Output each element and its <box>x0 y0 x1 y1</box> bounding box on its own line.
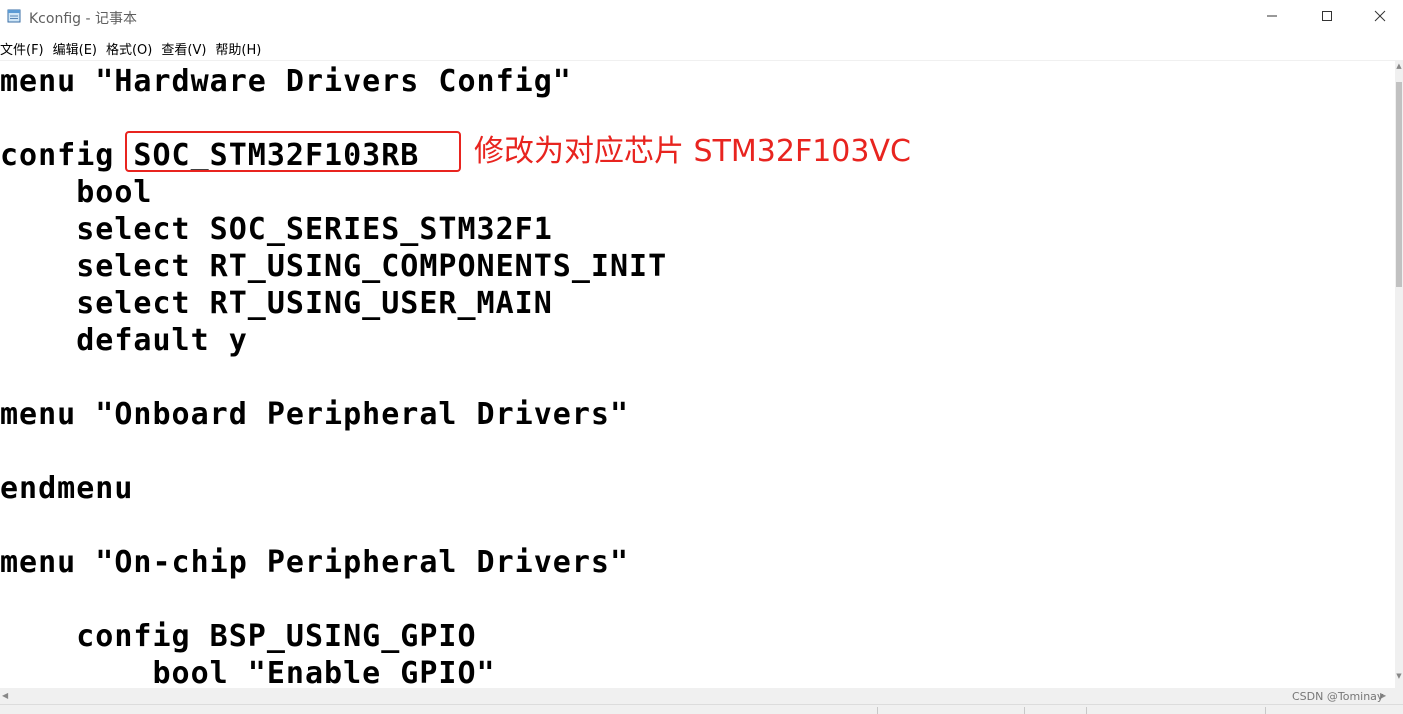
menu-bar: 文件(F) 编辑(E) 格式(O) 查看(V) 帮助(H) <box>0 36 1403 58</box>
minimize-icon <box>1267 15 1277 17</box>
annotation-text: 修改为对应芯片 STM32F103VC <box>474 134 911 169</box>
vertical-scroll-thumb[interactable] <box>1396 82 1402 287</box>
scroll-up-icon[interactable]: ▲ <box>1395 62 1403 72</box>
status-divider <box>1024 707 1025 714</box>
maximize-icon <box>1322 11 1332 21</box>
code-line[interactable]: select RT_USING_COMPONENTS_INIT <box>0 248 667 285</box>
watermark: CSDN @Tominay <box>1292 690 1384 703</box>
code-line[interactable]: menu "Onboard Peripheral Drivers" <box>0 396 629 433</box>
code-line[interactable]: config BSP_USING_GPIO <box>0 618 477 655</box>
code-line[interactable]: default y <box>0 322 248 359</box>
code-line[interactable]: bool "Enable GPIO" <box>0 655 496 689</box>
menu-help[interactable]: 帮助(H) <box>213 36 268 58</box>
menu-edit[interactable]: 编辑(E) <box>51 36 104 58</box>
window-title: Kconfig - 记事本 <box>29 11 137 27</box>
code-line[interactable]: menu "On-chip Peripheral Drivers" <box>0 544 629 581</box>
notepad-icon <box>7 9 21 23</box>
code-line[interactable]: bool <box>0 174 153 211</box>
code-line[interactable]: endmenu <box>0 470 133 507</box>
scrollbar-corner <box>1395 688 1403 704</box>
menu-view[interactable]: 查看(V) <box>159 36 213 58</box>
minimize-button[interactable] <box>1249 0 1295 32</box>
horizontal-scrollbar[interactable]: ◀ ▶ <box>0 688 1395 704</box>
code-line[interactable]: select SOC_SERIES_STM32F1 <box>0 211 553 248</box>
scroll-down-icon[interactable]: ▼ <box>1395 672 1403 682</box>
title-bar[interactable]: Kconfig - 记事本 <box>0 0 1403 34</box>
close-button[interactable] <box>1357 0 1403 32</box>
highlight-box <box>125 131 461 172</box>
code-line[interactable]: select RT_USING_USER_MAIN <box>0 285 553 322</box>
status-divider <box>1265 707 1266 714</box>
code-line[interactable]: menu "Hardware Drivers Config" <box>0 63 572 100</box>
status-divider <box>877 707 878 714</box>
status-divider <box>1086 707 1087 714</box>
scroll-left-icon[interactable]: ◀ <box>2 691 8 700</box>
maximize-button[interactable] <box>1304 0 1350 32</box>
status-bar <box>0 704 1403 714</box>
close-icon <box>1374 10 1386 22</box>
menu-file[interactable]: 文件(F) <box>0 36 51 58</box>
menu-format[interactable]: 格式(O) <box>104 36 159 58</box>
text-editor[interactable]: menu "Hardware Drivers Config" config SO… <box>0 60 1395 689</box>
vertical-scrollbar[interactable]: ▲ ▼ <box>1395 60 1403 688</box>
notepad-window: Kconfig - 记事本 文件(F) 编辑(E) 格式(O) 查看(V) 帮助… <box>0 0 1403 714</box>
